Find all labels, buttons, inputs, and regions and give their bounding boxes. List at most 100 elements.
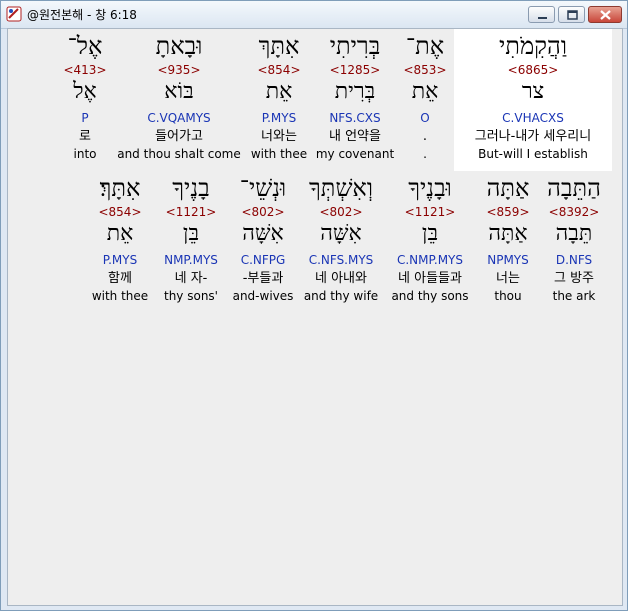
verse-line-1: וַהֲקִמֹתִי <6865> צר C.VHACXS 그러나-내가 세우… — [8, 29, 622, 171]
parsing-code: C.NMP.MYS — [396, 253, 463, 267]
hebrew-word: וַהֲקִמֹתִי — [499, 32, 567, 60]
hebrew-word: אִתָּךְ׃ — [99, 174, 141, 202]
english-gloss: into — [73, 147, 97, 161]
lemma-word: אַתָּה — [488, 221, 528, 246]
english-gloss: with thee — [91, 289, 149, 303]
hebrew-word: וּבָאתָ — [155, 32, 203, 60]
strongs-number[interactable]: <935> — [116, 63, 242, 78]
english-gloss: with thee — [250, 147, 308, 161]
parsing-code: C.VQAMYS — [147, 111, 211, 125]
title-bar[interactable]: @원전본해 - 창 6:18 — [1, 1, 627, 29]
korean-gloss: 내 언약을 — [329, 129, 381, 144]
maximize-button[interactable] — [558, 6, 585, 23]
word-cell[interactable]: בָנֶיךָ <1121> בֵּן NMP.MYS 네 자- thy son… — [158, 171, 224, 313]
strongs-number[interactable]: <8392> — [542, 205, 606, 220]
parsing-code: C.NFS.MYS — [308, 253, 374, 267]
lemma-word: תֵּבָה — [555, 221, 593, 246]
parsing-code: NMP.MYS — [164, 253, 218, 267]
strongs-number[interactable]: <413> — [60, 63, 110, 78]
lemma-word: בֵּן — [182, 221, 200, 246]
app-window: @원전본해 - 창 6:18 וַהֲקִמֹתִי <6865> צר C.V… — [0, 0, 628, 611]
korean-gloss: -부들과 — [242, 271, 284, 286]
word-cell[interactable]: וַהֲקִמֹתִי <6865> צר C.VHACXS 그러나-내가 세우… — [454, 29, 612, 171]
strongs-number[interactable]: <854> — [88, 205, 152, 220]
parsing-code: C.VHACXS — [502, 111, 564, 125]
hebrew-word: בָנֶיךָ — [172, 174, 210, 202]
parsing-code: D.NFS — [555, 253, 593, 267]
word-cell[interactable]: וּבָאתָ <935> בּוֹא C.VQAMYS 들어가고 and th… — [116, 29, 242, 171]
english-gloss: and-wives — [232, 289, 294, 303]
korean-gloss: 너와는 — [261, 129, 297, 144]
minimize-button[interactable] — [528, 6, 555, 23]
word-cell[interactable]: הַתֵּבָה <8392> תֵּבָה D.NFS 그 방주 the ar… — [542, 171, 606, 313]
korean-gloss: 로 — [79, 129, 91, 144]
word-cell[interactable]: וּנְשֵׁי־ <802> אִשָּׁה C.NFPG -부들과 and-… — [232, 171, 294, 313]
word-cell[interactable]: אִתָּךְ׃ <854> אֵת P.MYS 함께 with thee — [88, 171, 152, 313]
word-cell[interactable]: אֶת־ <853> אֵת O . . — [392, 29, 458, 171]
hebrew-word: אֶת־ — [405, 32, 445, 60]
interlinear-view: וַהֲקִמֹתִי <6865> צר C.VHACXS 그러나-내가 세우… — [7, 28, 623, 606]
bible-app-icon[interactable] — [6, 6, 22, 22]
window-title: @원전본해 - 창 6:18 — [27, 8, 137, 22]
parsing-code: P.MYS — [261, 111, 297, 125]
strongs-number[interactable]: <1121> — [388, 205, 472, 220]
strongs-number[interactable]: <1285> — [312, 63, 398, 78]
word-cell[interactable]: אִתָּךְ <854> אֵת P.MYS 너와는 with thee — [246, 29, 312, 171]
english-gloss: But-will I establish — [478, 147, 588, 161]
english-gloss: thou — [494, 289, 522, 303]
korean-gloss: 그러나-내가 세우리니 — [474, 129, 592, 144]
strongs-number[interactable]: <802> — [300, 205, 382, 220]
parsing-code: O — [420, 111, 430, 125]
english-gloss: and thy wife — [303, 289, 379, 303]
hebrew-word: הַתֵּבָה — [547, 174, 601, 202]
verse-line-2: הַתֵּבָה <8392> תֵּבָה D.NFS 그 방주 the ar… — [8, 171, 622, 313]
korean-gloss: . — [422, 129, 428, 144]
word-cell[interactable]: בְּרִיתִי <1285> בְּרִית NFS.CXS 내 언약을 m… — [312, 29, 398, 171]
lemma-word: אֶל — [73, 79, 97, 104]
korean-gloss: 네 자- — [174, 271, 208, 286]
word-cell[interactable]: אַתָּה <859> אַתָּה NPMYS 너는 thou — [476, 171, 540, 313]
strongs-number[interactable]: <854> — [246, 63, 312, 78]
hebrew-word: וּנְשֵׁי־ — [239, 174, 287, 202]
parsing-code: NPMYS — [487, 253, 529, 267]
hebrew-word: וְאִשְׁתְּךָ — [309, 174, 373, 202]
hebrew-word: וּבָנֶיךָ — [408, 174, 452, 202]
close-button[interactable] — [588, 6, 622, 23]
english-gloss: and thy sons — [391, 289, 469, 303]
english-gloss: my covenant — [315, 147, 395, 161]
close-icon — [600, 10, 611, 20]
maximize-icon — [567, 10, 578, 20]
korean-gloss: 네 아들들과 — [398, 271, 462, 286]
hebrew-word: אַתָּה — [486, 174, 530, 202]
korean-gloss: 네 아내와 — [315, 271, 367, 286]
word-cell[interactable]: וּבָנֶיךָ <1121> בֵּן C.NMP.MYS 네 아들들과 a… — [388, 171, 472, 313]
english-gloss: and thou shalt come — [117, 147, 241, 161]
strongs-number[interactable]: <6865> — [454, 63, 612, 78]
strongs-number[interactable]: <1121> — [158, 205, 224, 220]
lemma-word: צר — [521, 79, 545, 104]
lemma-word: בְּרִית — [334, 79, 376, 104]
parsing-code: P — [81, 111, 89, 125]
strongs-number[interactable]: <853> — [392, 63, 458, 78]
korean-gloss: 너는 — [496, 271, 520, 286]
lemma-word: בּוֹא — [164, 79, 194, 104]
parsing-code: C.NFPG — [240, 253, 286, 267]
lemma-word: אֵת — [411, 79, 439, 104]
hebrew-word: אֶל־ — [67, 32, 103, 60]
parsing-code: P.MYS — [102, 253, 138, 267]
minimize-icon — [538, 17, 547, 19]
strongs-number[interactable]: <802> — [232, 205, 294, 220]
lemma-word: אֵת — [106, 221, 134, 246]
word-cell[interactable]: וְאִשְׁתְּךָ <802> אִשָּׁה C.NFS.MYS 네 아… — [300, 171, 382, 313]
lemma-word: בֵּן — [421, 221, 439, 246]
korean-gloss: 들어가고 — [155, 129, 203, 144]
strongs-number[interactable]: <859> — [476, 205, 540, 220]
lemma-word: אִשָּׁה — [242, 221, 284, 246]
english-gloss: . — [423, 147, 427, 161]
hebrew-word: אִתָּךְ — [258, 32, 300, 60]
word-cell[interactable]: אֶל־ <413> אֶל P 로 into — [60, 29, 110, 171]
korean-gloss: 그 방주 — [553, 271, 594, 286]
parsing-code: NFS.CXS — [329, 111, 381, 125]
lemma-word: אֵת — [265, 79, 293, 104]
lemma-word: אִשָּׁה — [320, 221, 362, 246]
